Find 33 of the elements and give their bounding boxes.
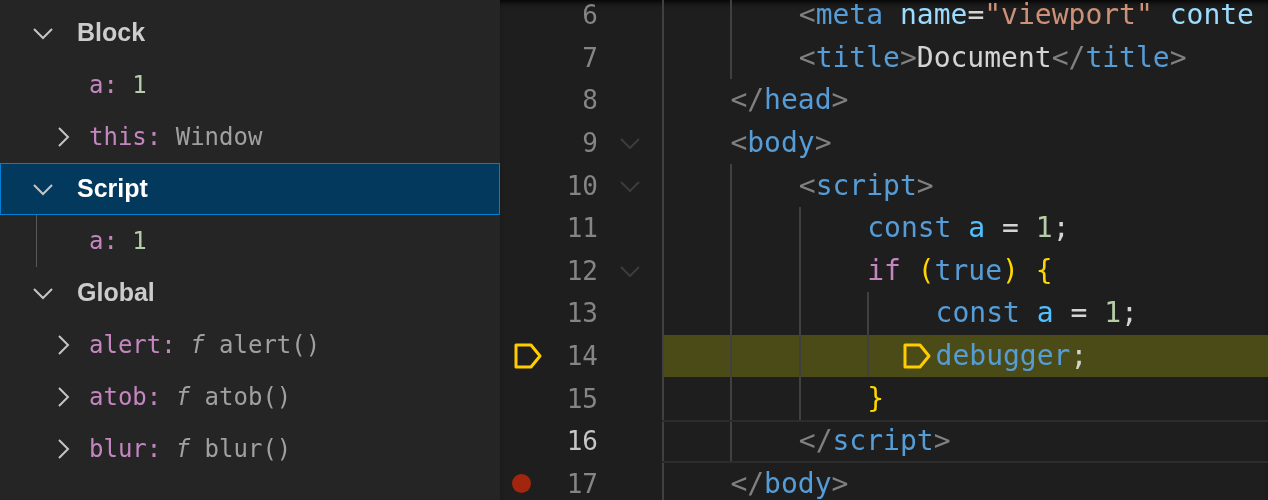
scope-row[interactable]: Block bbox=[0, 7, 500, 59]
variable-entry[interactable]: a: 1 bbox=[89, 67, 147, 103]
code-line: </head> bbox=[730, 86, 849, 115]
line-number: 8 bbox=[581, 87, 598, 114]
code-line: <script> bbox=[798, 171, 934, 200]
line-number: 10 bbox=[565, 172, 598, 199]
code-line: debugger; bbox=[935, 342, 1088, 371]
code-line: } bbox=[867, 384, 885, 413]
variable-entry[interactable]: alert: f alert() bbox=[89, 327, 321, 363]
variable-entry[interactable]: a: 1 bbox=[89, 223, 147, 259]
line-number: 11 bbox=[565, 215, 598, 242]
line-number: 15 bbox=[565, 385, 598, 412]
line-number: 13 bbox=[565, 300, 598, 327]
line-number: 9 bbox=[581, 130, 598, 157]
code-line: </body> bbox=[730, 469, 849, 498]
code-line: const a = 1; bbox=[935, 299, 1138, 328]
variable-entry[interactable]: this: Window bbox=[89, 119, 263, 155]
line-number: 12 bbox=[565, 257, 598, 284]
code-line: <meta name="viewport" conte bbox=[798, 1, 1254, 30]
code-line: </script> bbox=[798, 427, 951, 456]
variable-entry[interactable]: atob: f atob() bbox=[89, 379, 292, 415]
scope-row[interactable]: Global bbox=[0, 267, 500, 319]
line-number: 14 bbox=[565, 343, 598, 370]
line-number: 7 bbox=[581, 44, 598, 71]
code-line: <body> bbox=[730, 129, 832, 158]
variable-entry[interactable]: blur: f blur() bbox=[89, 431, 292, 467]
line-number: 17 bbox=[565, 470, 598, 497]
line-number: 16 bbox=[565, 428, 598, 455]
line-number: 6 bbox=[581, 2, 598, 29]
scope-row[interactable]: Script bbox=[0, 163, 500, 215]
code-line: const a = 1; bbox=[867, 214, 1070, 243]
code-line: if (true) { bbox=[867, 256, 1053, 285]
code-line: <title>Document</title> bbox=[798, 43, 1187, 72]
